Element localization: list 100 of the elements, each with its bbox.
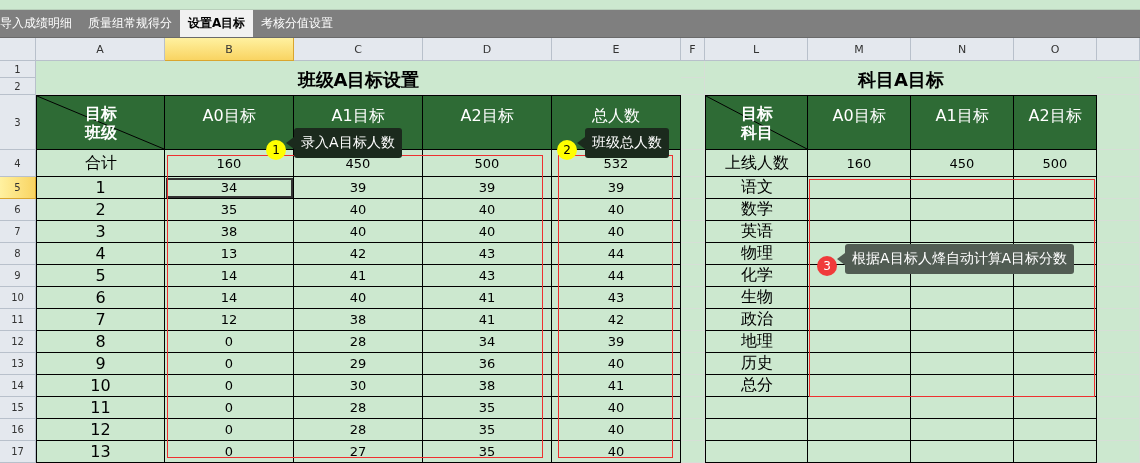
table-cell: 39	[423, 177, 552, 199]
table-cell: 化学	[705, 265, 808, 287]
column-header[interactable]	[1097, 38, 1140, 61]
row-header[interactable]: 8	[0, 243, 36, 265]
empty-cell	[681, 221, 705, 243]
table-cell: 地理	[705, 331, 808, 353]
table-cell: 12	[165, 309, 294, 331]
table-cell: 政治	[705, 309, 808, 331]
table-cell: 40	[552, 397, 681, 419]
table-cell: 38	[165, 221, 294, 243]
table-cell: 0	[165, 331, 294, 353]
table-cell: 35	[165, 199, 294, 221]
row-header[interactable]: 14	[0, 375, 36, 397]
row-header[interactable]: 5	[0, 177, 36, 199]
table-cell: 11	[36, 397, 165, 419]
table-cell: 42	[552, 309, 681, 331]
empty-cell	[681, 353, 705, 375]
sheet-tab[interactable]: 设置A目标	[180, 10, 254, 37]
table-cell: 30	[294, 375, 423, 397]
header-label: 目标	[740, 103, 773, 123]
table-cell: 43	[552, 287, 681, 309]
tooltip: 班级总人数	[577, 128, 669, 158]
row-header[interactable]: 13	[0, 353, 36, 375]
table-cell: 0	[165, 441, 294, 463]
sheet-tab[interactable]: 质量组常规得分	[80, 10, 180, 37]
row-header[interactable]: 15	[0, 397, 36, 419]
table-cell: 9	[36, 353, 165, 375]
table-cell: 13	[165, 243, 294, 265]
row-header[interactable]: 9	[0, 265, 36, 287]
table-cell: 35	[423, 419, 552, 441]
empty-cell	[681, 287, 705, 309]
table-cell: 14	[165, 265, 294, 287]
column-header[interactable]: O	[1014, 38, 1097, 61]
sheet-tab[interactable]: 考核分值设置	[253, 10, 342, 37]
row-header[interactable]: 16	[0, 419, 36, 441]
column-header[interactable]: D	[423, 38, 552, 61]
header-label: 目标	[84, 103, 117, 123]
sheet-tab[interactable]: 导入成绩明细	[0, 10, 80, 37]
row-header[interactable]: 1	[0, 61, 36, 78]
empty-cell	[681, 78, 705, 95]
empty-cell	[681, 397, 705, 419]
table-cell: 44	[552, 243, 681, 265]
table-cell: 总分	[705, 375, 808, 397]
empty-cell	[681, 375, 705, 397]
table-cell: 36	[423, 353, 552, 375]
column-header[interactable]: F	[681, 38, 705, 61]
table-cell: 38	[423, 375, 552, 397]
table-cell: 40	[294, 199, 423, 221]
table-cell: 28	[294, 397, 423, 419]
table-cell: 500	[1014, 150, 1097, 177]
table-cell: 生物	[705, 287, 808, 309]
table-cell: 35	[423, 441, 552, 463]
select-all-corner[interactable]	[0, 38, 36, 61]
table-cell: 40	[552, 221, 681, 243]
table-cell: 5	[36, 265, 165, 287]
empty-cell	[681, 419, 705, 441]
row-header[interactable]: 17	[0, 441, 36, 463]
empty-cell	[681, 61, 705, 78]
row-header[interactable]: 10	[0, 287, 36, 309]
empty-cell	[681, 199, 705, 221]
column-header[interactable]: A	[36, 38, 165, 61]
table-cell: 40	[294, 221, 423, 243]
column-header[interactable]: M	[808, 38, 911, 61]
table-cell: 0	[165, 353, 294, 375]
table-cell: 3	[36, 221, 165, 243]
table-cell: 34	[423, 331, 552, 353]
table-cell: 34	[165, 177, 294, 199]
table-cell: 0	[165, 397, 294, 419]
column-header[interactable]: N	[911, 38, 1014, 61]
table-cell: 数学	[705, 199, 808, 221]
row-header[interactable]: 6	[0, 199, 36, 221]
column-header[interactable]: E	[552, 38, 681, 61]
row-header[interactable]: 2	[0, 78, 36, 95]
row-header[interactable]: 7	[0, 221, 36, 243]
row-header[interactable]: 12	[0, 331, 36, 353]
table-cell: 39	[552, 331, 681, 353]
table-cell: 450	[911, 150, 1014, 177]
step-badge: 3	[817, 256, 837, 276]
empty-cell	[681, 150, 705, 177]
column-title-cell: A2目标	[1014, 95, 1097, 150]
table-cell: 42	[294, 243, 423, 265]
empty-cell	[681, 177, 705, 199]
tooltip: 根据A目标人烽自动计算A目标分数	[837, 244, 1075, 274]
column-header[interactable]: L	[705, 38, 808, 61]
column-title-cell: A0目标	[808, 95, 911, 150]
table-cell: 39	[552, 177, 681, 199]
table-cell: 43	[423, 243, 552, 265]
table-cell: 41	[423, 287, 552, 309]
empty-cell	[681, 265, 705, 287]
table-cell: 1	[36, 177, 165, 199]
table-cell: 8	[36, 331, 165, 353]
row-header[interactable]: 3	[0, 95, 36, 150]
table-cell: 英语	[705, 221, 808, 243]
table-cell: 物理	[705, 243, 808, 265]
column-header[interactable]: C	[294, 38, 423, 61]
table-cell: 历史	[705, 353, 808, 375]
table-cell: 2	[36, 199, 165, 221]
row-header[interactable]: 4	[0, 150, 36, 177]
row-header[interactable]: 11	[0, 309, 36, 331]
column-header[interactable]: B	[165, 38, 294, 61]
